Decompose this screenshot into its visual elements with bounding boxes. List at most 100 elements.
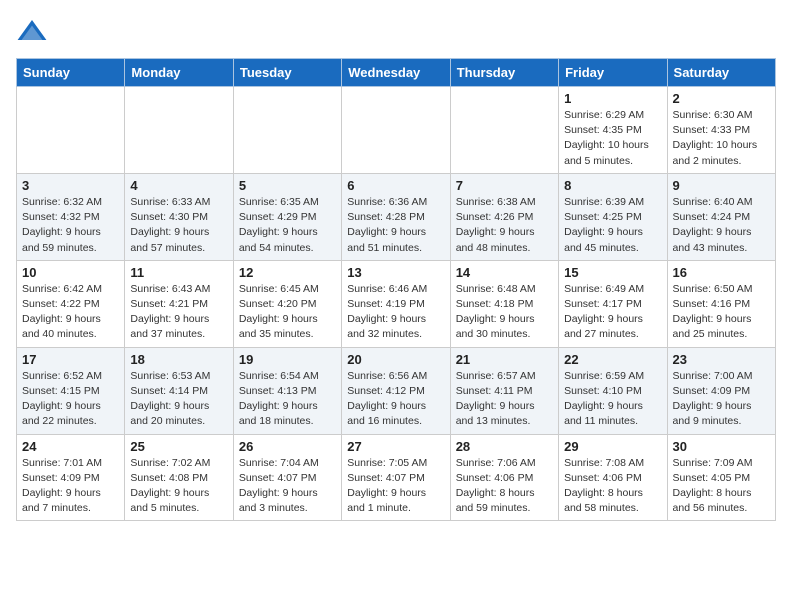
calendar-header-tuesday: Tuesday: [233, 59, 341, 87]
calendar-cell: 22 Sunrise: 6:59 AM Sunset: 4:10 PM Dayli…: [559, 347, 667, 434]
calendar-cell: 5 Sunrise: 6:35 AM Sunset: 4:29 PM Daylig…: [233, 173, 341, 260]
day-number: 12: [239, 265, 336, 280]
day-number: 30: [673, 439, 770, 454]
day-detail: Sunrise: 6:35 AM Sunset: 4:29 PM Dayligh…: [239, 195, 336, 256]
calendar-cell: 25Sunrise: 7:02 AM Sunset: 4:08 PM Dayli…: [125, 434, 233, 521]
day-number: 23: [673, 352, 770, 367]
calendar-cell: 13Sunrise: 6:46 AM Sunset: 4:19 PM Dayli…: [342, 260, 450, 347]
day-number: 21: [456, 352, 553, 367]
day-number: 2: [673, 91, 770, 106]
calendar-cell: [125, 87, 233, 174]
calendar-header-sunday: Sunday: [17, 59, 125, 87]
day-number: 14: [456, 265, 553, 280]
day-number: 11: [130, 265, 227, 280]
day-number: 3: [22, 178, 119, 193]
day-number: 19: [239, 352, 336, 367]
day-detail: Sunrise: 6:57 AM Sunset: 4:11 PM Dayligh…: [456, 369, 553, 430]
day-number: 8: [564, 178, 661, 193]
day-detail: Sunrise: 6:43 AM Sunset: 4:21 PM Dayligh…: [130, 282, 227, 343]
day-number: 6: [347, 178, 444, 193]
calendar-cell: 23Sunrise: 7:00 AM Sunset: 4:09 PM Dayli…: [667, 347, 775, 434]
calendar-cell: 18 Sunrise: 6:53 AM Sunset: 4:14 PM Dayli…: [125, 347, 233, 434]
calendar-cell: 7 Sunrise: 6:38 AM Sunset: 4:26 PM Daylig…: [450, 173, 558, 260]
logo: [16, 16, 54, 48]
day-number: 15: [564, 265, 661, 280]
calendar-header-wednesday: Wednesday: [342, 59, 450, 87]
calendar-cell: [233, 87, 341, 174]
day-detail: Sunrise: 7:04 AM Sunset: 4:07 PM Dayligh…: [239, 456, 336, 517]
day-detail: Sunrise: 6:45 AM Sunset: 4:20 PM Dayligh…: [239, 282, 336, 343]
calendar-week-3: 10 Sunrise: 6:42 AM Sunset: 4:22 PM Dayli…: [17, 260, 776, 347]
day-detail: Sunrise: 6:29 AM Sunset: 4:35 PM Dayligh…: [564, 108, 661, 169]
calendar-cell: 4Sunrise: 6:33 AM Sunset: 4:30 PM Daylig…: [125, 173, 233, 260]
day-detail: Sunrise: 7:09 AM Sunset: 4:05 PM Dayligh…: [673, 456, 770, 517]
calendar-cell: 15Sunrise: 6:49 AM Sunset: 4:17 PM Dayli…: [559, 260, 667, 347]
day-detail: Sunrise: 6:54 AM Sunset: 4:13 PM Dayligh…: [239, 369, 336, 430]
calendar-cell: 29 Sunrise: 7:08 AM Sunset: 4:06 PM Dayli…: [559, 434, 667, 521]
calendar-cell: 2Sunrise: 6:30 AM Sunset: 4:33 PM Daylig…: [667, 87, 775, 174]
calendar-header-row: SundayMondayTuesdayWednesdayThursdayFrid…: [17, 59, 776, 87]
calendar-cell: 8 Sunrise: 6:39 AM Sunset: 4:25 PM Daylig…: [559, 173, 667, 260]
day-number: 4: [130, 178, 227, 193]
calendar-cell: 20 Sunrise: 6:56 AM Sunset: 4:12 PM Dayli…: [342, 347, 450, 434]
day-number: 16: [673, 265, 770, 280]
day-number: 5: [239, 178, 336, 193]
day-detail: Sunrise: 6:56 AM Sunset: 4:12 PM Dayligh…: [347, 369, 444, 430]
day-number: 9: [673, 178, 770, 193]
day-detail: Sunrise: 6:38 AM Sunset: 4:26 PM Dayligh…: [456, 195, 553, 256]
calendar-cell: [342, 87, 450, 174]
calendar-body: 1Sunrise: 6:29 AM Sunset: 4:35 PM Daylig…: [17, 87, 776, 521]
calendar-cell: 17Sunrise: 6:52 AM Sunset: 4:15 PM Dayli…: [17, 347, 125, 434]
calendar-cell: 26 Sunrise: 7:04 AM Sunset: 4:07 PM Dayli…: [233, 434, 341, 521]
calendar-cell: 3 Sunrise: 6:32 AM Sunset: 4:32 PM Daylig…: [17, 173, 125, 260]
day-number: 25: [130, 439, 227, 454]
day-detail: Sunrise: 6:36 AM Sunset: 4:28 PM Dayligh…: [347, 195, 444, 256]
calendar-cell: 27Sunrise: 7:05 AM Sunset: 4:07 PM Dayli…: [342, 434, 450, 521]
day-number: 18: [130, 352, 227, 367]
day-number: 20: [347, 352, 444, 367]
day-detail: Sunrise: 6:48 AM Sunset: 4:18 PM Dayligh…: [456, 282, 553, 343]
day-detail: Sunrise: 7:06 AM Sunset: 4:06 PM Dayligh…: [456, 456, 553, 517]
day-number: 29: [564, 439, 661, 454]
day-detail: Sunrise: 6:40 AM Sunset: 4:24 PM Dayligh…: [673, 195, 770, 256]
day-detail: Sunrise: 7:08 AM Sunset: 4:06 PM Dayligh…: [564, 456, 661, 517]
day-number: 7: [456, 178, 553, 193]
calendar-cell: 11 Sunrise: 6:43 AM Sunset: 4:21 PM Dayli…: [125, 260, 233, 347]
calendar-week-4: 17Sunrise: 6:52 AM Sunset: 4:15 PM Dayli…: [17, 347, 776, 434]
calendar-cell: 14 Sunrise: 6:48 AM Sunset: 4:18 PM Dayli…: [450, 260, 558, 347]
calendar-cell: 10 Sunrise: 6:42 AM Sunset: 4:22 PM Dayli…: [17, 260, 125, 347]
day-number: 27: [347, 439, 444, 454]
day-detail: Sunrise: 6:53 AM Sunset: 4:14 PM Dayligh…: [130, 369, 227, 430]
day-detail: Sunrise: 6:50 AM Sunset: 4:16 PM Dayligh…: [673, 282, 770, 343]
day-detail: Sunrise: 6:39 AM Sunset: 4:25 PM Dayligh…: [564, 195, 661, 256]
calendar-week-5: 24 Sunrise: 7:01 AM Sunset: 4:09 PM Dayli…: [17, 434, 776, 521]
logo-icon: [16, 16, 48, 48]
calendar-cell: 19 Sunrise: 6:54 AM Sunset: 4:13 PM Dayli…: [233, 347, 341, 434]
day-detail: Sunrise: 7:01 AM Sunset: 4:09 PM Dayligh…: [22, 456, 119, 517]
calendar-header-friday: Friday: [559, 59, 667, 87]
day-detail: Sunrise: 6:32 AM Sunset: 4:32 PM Dayligh…: [22, 195, 119, 256]
day-number: 10: [22, 265, 119, 280]
day-number: 28: [456, 439, 553, 454]
calendar-cell: 21 Sunrise: 6:57 AM Sunset: 4:11 PM Dayli…: [450, 347, 558, 434]
calendar-cell: 24 Sunrise: 7:01 AM Sunset: 4:09 PM Dayli…: [17, 434, 125, 521]
calendar-week-1: 1Sunrise: 6:29 AM Sunset: 4:35 PM Daylig…: [17, 87, 776, 174]
day-detail: Sunrise: 6:46 AM Sunset: 4:19 PM Dayligh…: [347, 282, 444, 343]
day-detail: Sunrise: 6:59 AM Sunset: 4:10 PM Dayligh…: [564, 369, 661, 430]
day-detail: Sunrise: 6:52 AM Sunset: 4:15 PM Dayligh…: [22, 369, 119, 430]
day-number: 24: [22, 439, 119, 454]
calendar-header-saturday: Saturday: [667, 59, 775, 87]
calendar-cell: 16 Sunrise: 6:50 AM Sunset: 4:16 PM Dayli…: [667, 260, 775, 347]
calendar-week-2: 3 Sunrise: 6:32 AM Sunset: 4:32 PM Daylig…: [17, 173, 776, 260]
calendar-header-monday: Monday: [125, 59, 233, 87]
calendar-cell: [17, 87, 125, 174]
calendar-table: SundayMondayTuesdayWednesdayThursdayFrid…: [16, 58, 776, 521]
calendar-cell: 30 Sunrise: 7:09 AM Sunset: 4:05 PM Dayli…: [667, 434, 775, 521]
calendar-header-thursday: Thursday: [450, 59, 558, 87]
day-number: 22: [564, 352, 661, 367]
calendar-cell: 6 Sunrise: 6:36 AM Sunset: 4:28 PM Daylig…: [342, 173, 450, 260]
day-number: 26: [239, 439, 336, 454]
calendar-cell: 9 Sunrise: 6:40 AM Sunset: 4:24 PM Daylig…: [667, 173, 775, 260]
day-detail: Sunrise: 6:42 AM Sunset: 4:22 PM Dayligh…: [22, 282, 119, 343]
calendar-cell: 1Sunrise: 6:29 AM Sunset: 4:35 PM Daylig…: [559, 87, 667, 174]
